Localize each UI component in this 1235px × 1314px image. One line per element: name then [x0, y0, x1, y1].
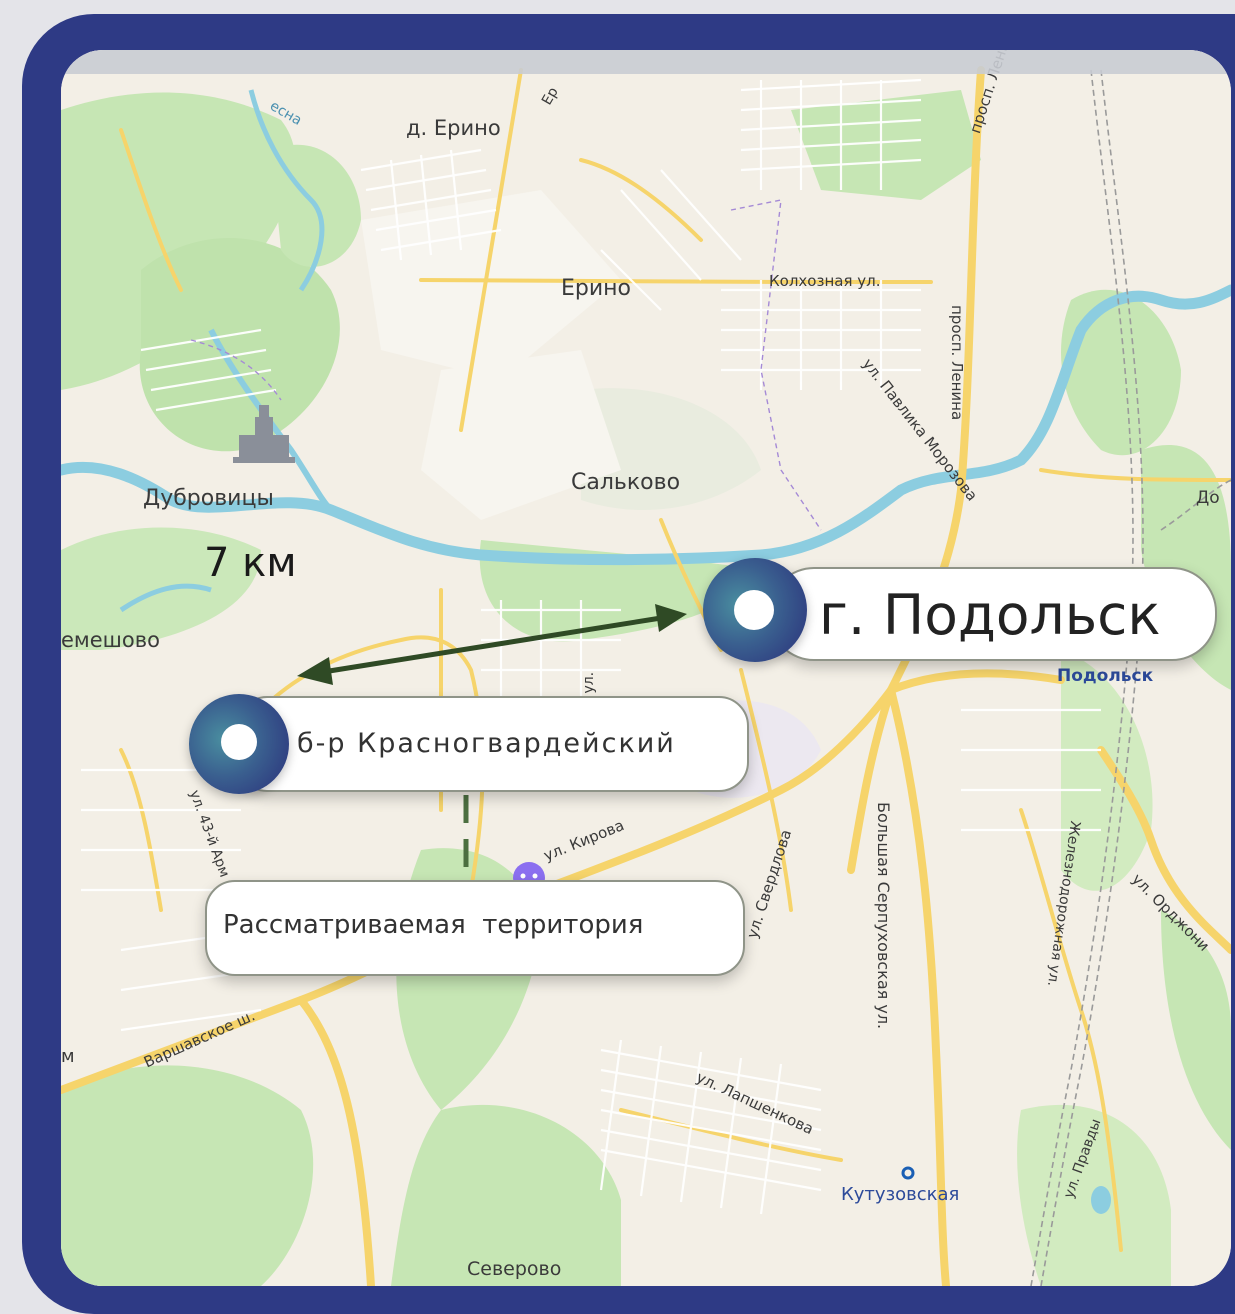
place-label-dubrovitsy: Дубровицы [143, 486, 274, 511]
location-marker-krasnogvardeysky[interactable] [189, 694, 289, 794]
callout-krasnogvardeysky[interactable]: б-р Красногвардейский [237, 696, 749, 792]
map-panel[interactable]: д. Ерино Ерино Колхозная ул. просп. Лени… [61, 50, 1231, 1286]
callout-territory[interactable]: Рассматриваемая территория [205, 880, 745, 976]
callout-podolsk[interactable]: г. Подольск [769, 567, 1217, 661]
distance-label: 7 км [204, 540, 297, 586]
location-marker-podolsk[interactable] [703, 558, 807, 662]
place-label-lemeshovo: емешово [61, 628, 160, 652]
marker-dot [221, 724, 257, 760]
place-label-m: м [61, 1046, 75, 1067]
marker-dot [734, 590, 774, 630]
place-label-severovo: Северово [467, 1258, 562, 1280]
map-canvas [61, 50, 1231, 1286]
place-label-do: До [1196, 488, 1220, 508]
place-label-podolsk: Подольск [1057, 666, 1154, 686]
map-top-band [61, 50, 1231, 74]
callout-territory-label: Рассматриваемая территория [223, 910, 644, 940]
place-label-kutuzovskaya: Кутузовская [841, 1184, 960, 1205]
street-label-serpukhovskaya: Большая Серпуховская ул. [874, 802, 893, 1030]
street-label-kolkhoznaya: Колхозная ул. [769, 272, 881, 290]
place-label-erino-village: д. Ерино [406, 116, 501, 140]
street-label-lenina-mid: просп. Ленина [948, 305, 966, 421]
place-label-erino: Ерино [561, 276, 632, 301]
place-label-salkovo: Сальково [571, 470, 681, 495]
callout-krasnogvardeysky-label: б-р Красногвардейский [297, 728, 676, 759]
callout-podolsk-label: г. Подольск [819, 583, 1161, 647]
